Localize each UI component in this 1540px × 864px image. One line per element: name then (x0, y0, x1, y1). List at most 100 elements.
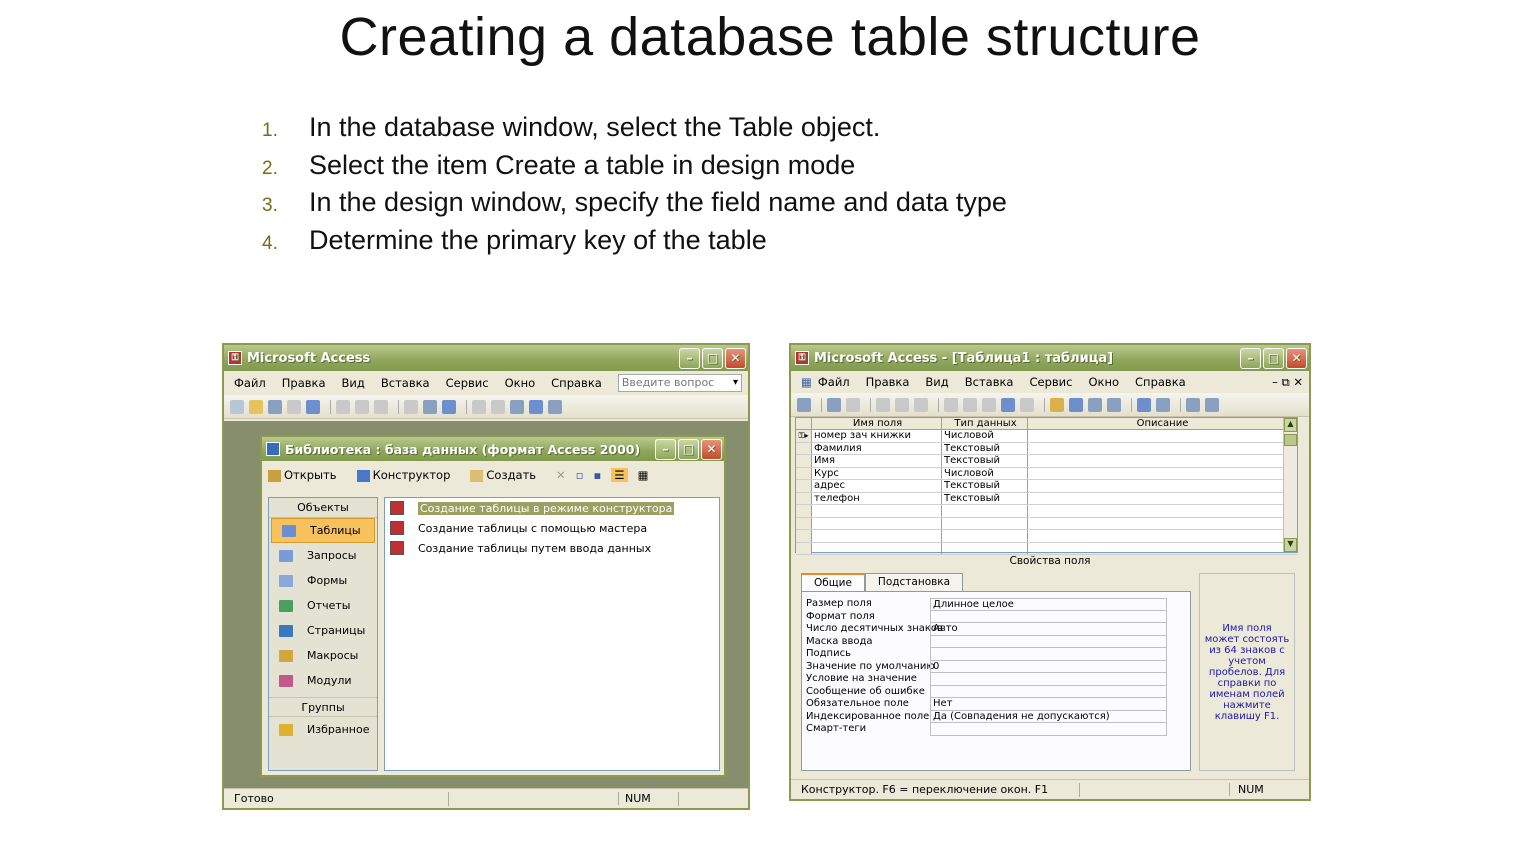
object-macros[interactable]: Макросы (269, 643, 377, 668)
menu-tools[interactable]: Сервис (1029, 375, 1072, 389)
field-name-cell[interactable]: Имя (812, 455, 942, 467)
column-header-field-name[interactable]: Имя поля (812, 418, 942, 429)
script-icon[interactable] (491, 399, 505, 414)
redo-icon[interactable] (1020, 397, 1034, 412)
office-links-icon[interactable] (423, 399, 437, 414)
list-item[interactable]: Создание таблицы в режиме конструктора (385, 498, 719, 518)
object-reports[interactable]: Отчеты (269, 593, 377, 618)
property-row[interactable]: Число десятичных знаков Авто (802, 623, 1190, 636)
property-row[interactable]: Размер поля Длинное целое (802, 598, 1190, 611)
view-icon[interactable] (797, 397, 811, 412)
property-row[interactable]: Подпись (802, 648, 1190, 661)
table-row[interactable]: Курс Числовой (796, 467, 1297, 480)
undo-icon[interactable] (404, 399, 418, 414)
data-type-cell[interactable]: Текстовый (942, 442, 1028, 454)
new-icon[interactable] (230, 399, 244, 414)
delete-rows-icon[interactable] (1107, 397, 1121, 412)
designer-button[interactable]: Конструктор (356, 468, 461, 482)
preview-icon[interactable] (895, 397, 909, 412)
small-icons-icon[interactable]: ▪ (593, 468, 601, 482)
menu-edit[interactable]: Правка (866, 375, 910, 389)
description-cell[interactable] (1028, 468, 1297, 480)
data-type-cell[interactable]: Числовой (942, 467, 1028, 479)
new-object-icon[interactable] (1205, 397, 1219, 412)
menu-help[interactable]: Справка (551, 376, 602, 390)
large-icons-icon[interactable]: ▫ (576, 468, 584, 482)
minimize-button[interactable]: – (679, 347, 700, 369)
close-button[interactable]: ✕ (1286, 347, 1307, 369)
maximize-button[interactable]: □ (1263, 347, 1284, 369)
open-button[interactable]: Открыть (268, 468, 347, 482)
data-type-cell[interactable]: Текстовый (942, 492, 1028, 504)
field-name-cell[interactable]: телефон (812, 492, 942, 504)
property-row[interactable]: Индексированное поле Да (Совпадения не до… (802, 710, 1190, 723)
spelling-icon[interactable] (914, 397, 928, 412)
menu-view[interactable]: Вид (925, 375, 948, 389)
property-row[interactable]: Сообщение об ошибке (802, 685, 1190, 698)
table-row[interactable]: телефон Текстовый (796, 492, 1297, 505)
new-object-icon[interactable] (548, 399, 562, 414)
table-row[interactable] (796, 517, 1297, 530)
vertical-scrollbar[interactable]: ▲ ▼ (1283, 418, 1297, 552)
description-cell[interactable] (1028, 480, 1297, 492)
property-row[interactable]: Условие на значение (802, 673, 1190, 686)
list-item[interactable]: Создание таблицы путем ввода данных (385, 538, 719, 558)
scroll-thumb[interactable] (1284, 434, 1297, 446)
property-row[interactable]: Обязательное поле Нет (802, 698, 1190, 711)
properties-icon[interactable] (1137, 397, 1151, 412)
primary-key-icon[interactable] (1050, 397, 1064, 412)
cut-icon[interactable] (336, 399, 350, 414)
ask-question-input[interactable]: Введите вопрос (617, 374, 742, 392)
save-icon[interactable] (827, 397, 841, 412)
cut-icon[interactable] (944, 397, 958, 412)
data-type-cell[interactable]: Текстовый (942, 455, 1028, 467)
description-cell[interactable] (1028, 493, 1297, 505)
data-type-cell[interactable]: Числовой (942, 430, 1028, 442)
code-icon[interactable] (472, 399, 486, 414)
field-name-cell[interactable]: Фамилия (812, 442, 942, 454)
property-row[interactable]: Смарт-теги (802, 723, 1190, 736)
menu-help[interactable]: Справка (1135, 375, 1186, 389)
field-name-cell[interactable]: Курс (812, 467, 942, 479)
field-name-cell[interactable]: адрес (812, 480, 942, 492)
spelling-icon[interactable] (306, 399, 320, 414)
open-icon[interactable] (249, 399, 263, 414)
object-modules[interactable]: Модули (269, 668, 377, 693)
menu-edit[interactable]: Правка (282, 376, 326, 390)
copy-icon[interactable] (355, 399, 369, 414)
menu-file[interactable]: Файл (818, 375, 850, 389)
analyze-icon[interactable] (442, 399, 456, 414)
primary-key-indicator-icon[interactable]: ⚿▸ (796, 430, 812, 442)
db-minimize-button[interactable]: – (655, 438, 676, 460)
maximize-button[interactable]: □ (702, 347, 723, 369)
indexes-icon[interactable] (1069, 397, 1083, 412)
table-row[interactable] (796, 542, 1297, 555)
close-button[interactable]: ✕ (725, 347, 746, 369)
save-icon[interactable] (268, 399, 282, 414)
list-view-icon[interactable]: ☰ (611, 468, 628, 482)
menu-insert[interactable]: Вставка (965, 375, 1014, 389)
copy-icon[interactable] (963, 397, 977, 412)
details-view-icon[interactable]: ▦ (638, 468, 649, 482)
delete-icon[interactable]: ✕ (556, 468, 566, 482)
print-icon[interactable] (876, 397, 890, 412)
description-cell[interactable] (1028, 430, 1297, 442)
field-name-cell[interactable]: номер зач книжки (812, 430, 942, 442)
paste-icon[interactable] (982, 397, 996, 412)
menu-file[interactable]: Файл (234, 376, 266, 390)
groups-header[interactable]: Группы (269, 697, 377, 717)
minimize-button[interactable]: – (1240, 347, 1261, 369)
scroll-down-icon[interactable]: ▼ (1284, 538, 1297, 552)
object-tables[interactable]: Таблицы (271, 518, 375, 543)
list-item[interactable]: Создание таблицы с помощью мастера (385, 518, 719, 538)
search-icon[interactable] (846, 397, 860, 412)
description-cell[interactable] (1028, 455, 1297, 467)
table-row[interactable]: Имя Текстовый (796, 455, 1297, 468)
property-row[interactable]: Маска ввода (802, 635, 1190, 648)
tab-general[interactable]: Общие (801, 573, 865, 593)
db-maximize-button[interactable]: □ (678, 438, 699, 460)
relationships-icon[interactable] (529, 399, 543, 414)
table-row[interactable] (796, 505, 1297, 518)
table-icon[interactable]: ▦ (801, 375, 812, 389)
db-close-button[interactable]: ✕ (701, 438, 722, 460)
